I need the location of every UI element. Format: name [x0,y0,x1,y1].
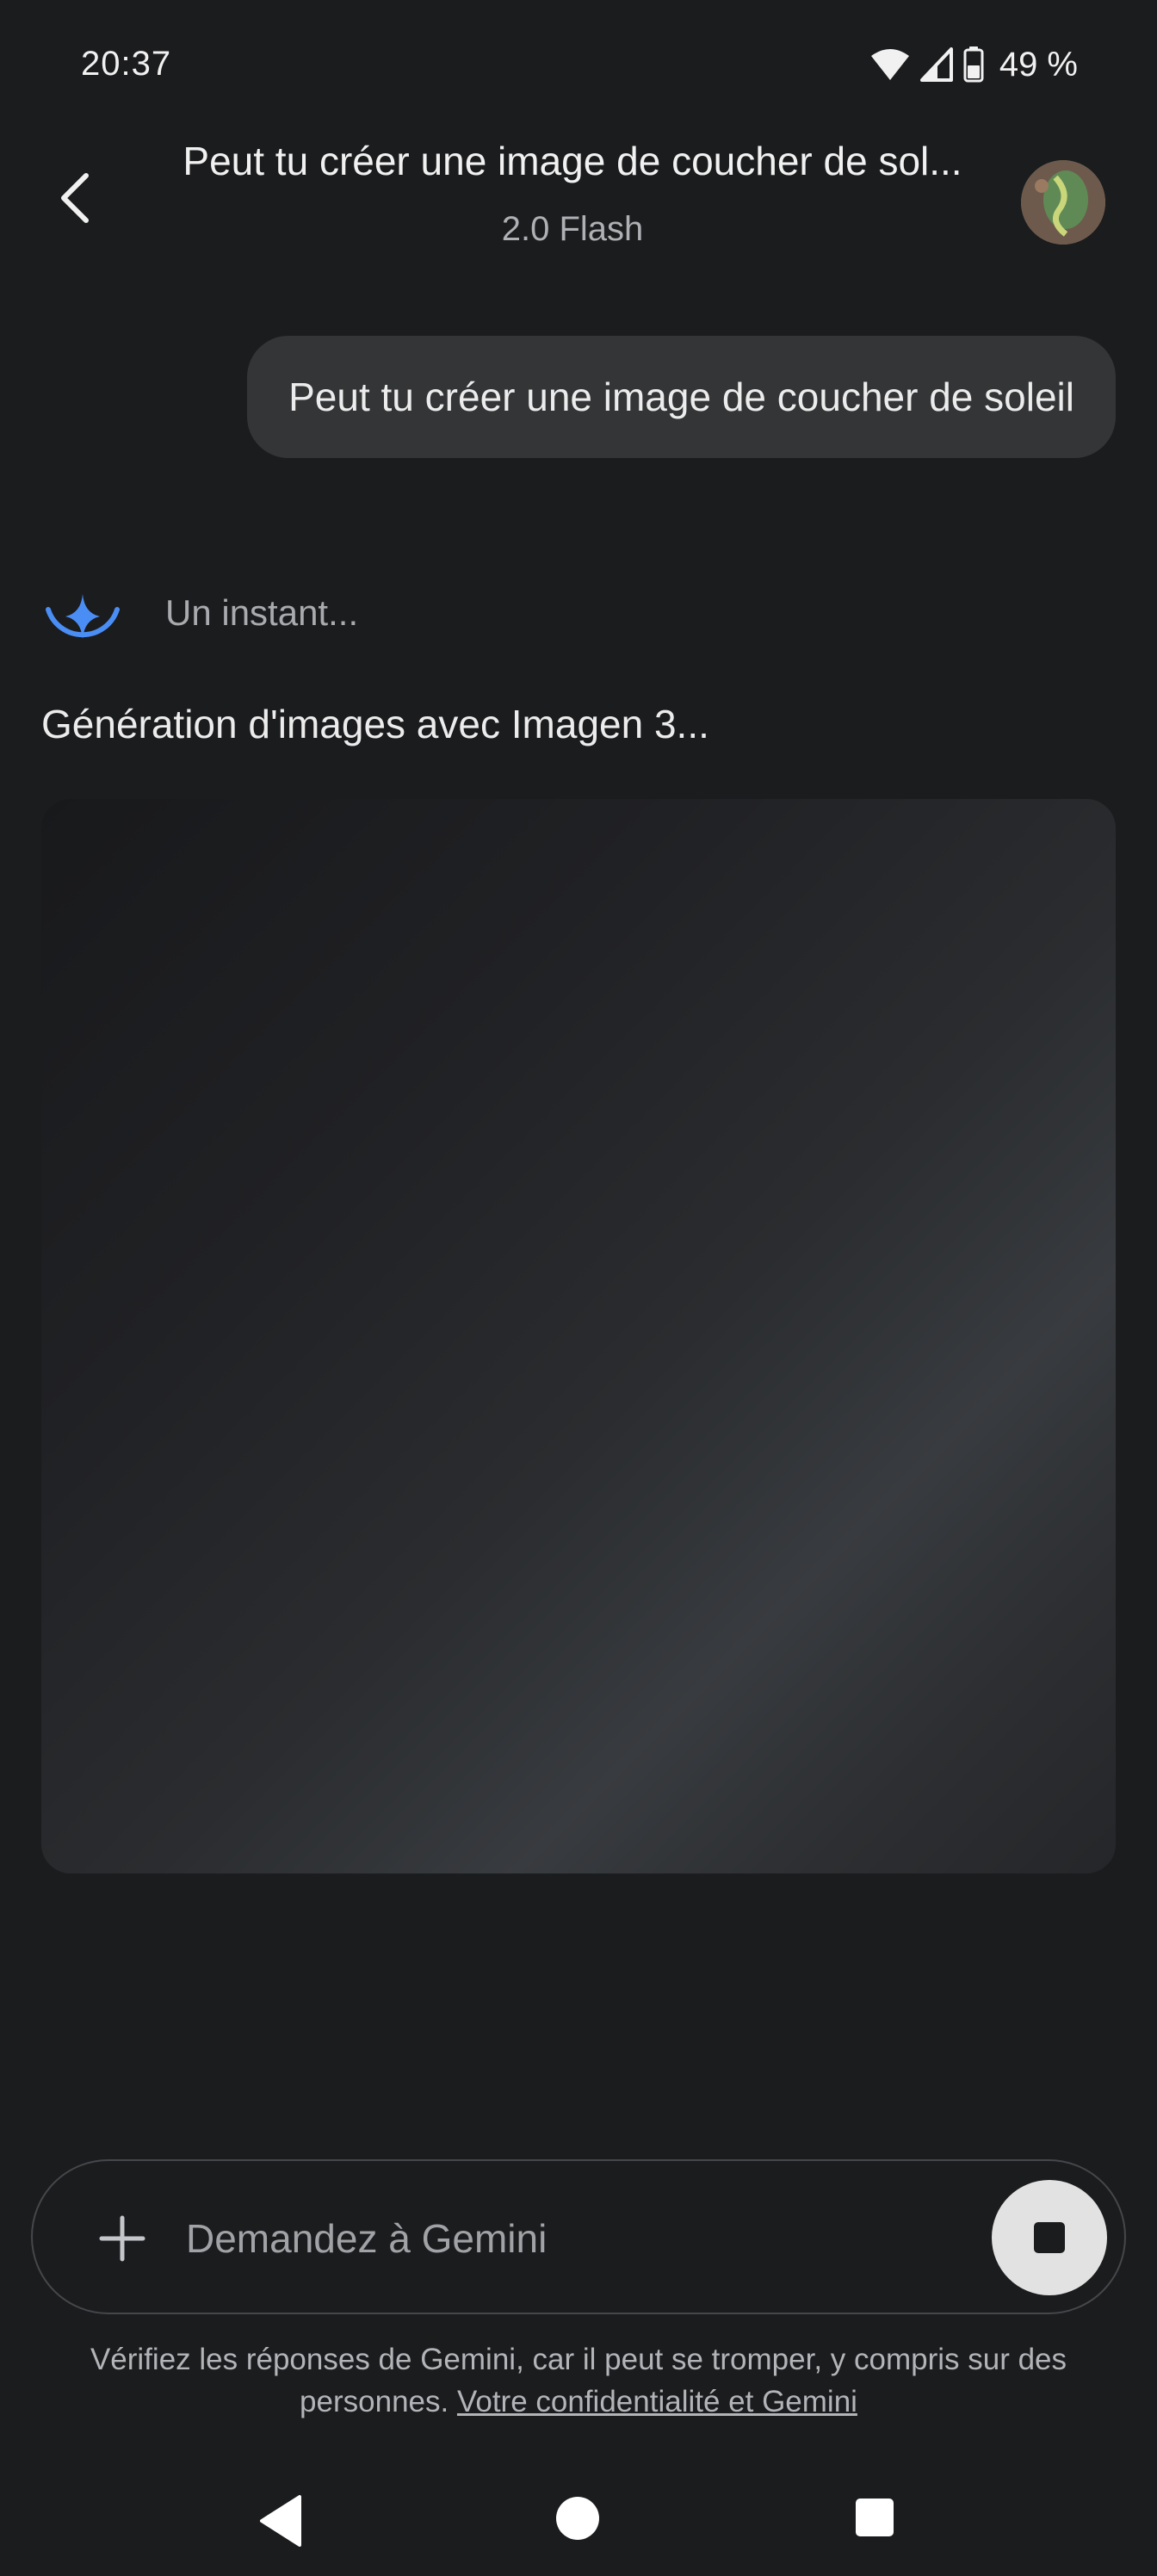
plus-icon [99,2215,145,2262]
back-button[interactable] [41,164,110,232]
nav-back-icon[interactable] [257,2493,305,2548]
status-time: 20:37 [81,45,172,83]
system-nav-bar [0,2462,1157,2576]
battery-percentage: 49 % [999,45,1078,84]
assistant-status: Un instant... [165,592,359,633]
stop-generation-button[interactable] [992,2180,1107,2295]
add-attachment-button[interactable] [81,2197,164,2280]
nav-recents-icon[interactable] [856,2499,894,2536]
signal-icon [919,47,953,82]
prompt-input-bar [31,2159,1126,2314]
stop-icon [1034,2222,1065,2253]
chevron-left-icon [61,173,89,223]
conversation-title[interactable]: Peut tu créer une image de coucher de so… [138,138,1007,184]
user-avatar[interactable] [1021,160,1105,245]
battery-icon [963,46,984,83]
nav-home-icon[interactable] [556,2497,599,2540]
chat-header: Peut tu créer une image de coucher de so… [0,129,1157,276]
avatar-image [1021,160,1105,245]
generation-status-text: Génération d'images avec Imagen 3... [41,702,709,746]
disclaimer: Vérifiez les réponses de Gemini, car il … [52,2338,1105,2423]
user-message-bubble[interactable]: Peut tu créer une image de coucher de so… [247,336,1116,458]
wifi-icon [870,49,909,80]
gemini-sparkle-icon [40,575,126,661]
model-name[interactable]: 2.0 Flash [138,210,1007,249]
status-icons: 49 % [870,43,1078,86]
status-bar: 20:37 49 % [0,0,1157,129]
gemini-chat-screen: 20:37 49 % Peut tu créer une image de co… [0,0,1157,2576]
image-loading-placeholder [41,799,1116,1873]
privacy-link[interactable]: Votre confidentialité et Gemini [457,2385,857,2418]
prompt-input[interactable] [186,2204,961,2273]
